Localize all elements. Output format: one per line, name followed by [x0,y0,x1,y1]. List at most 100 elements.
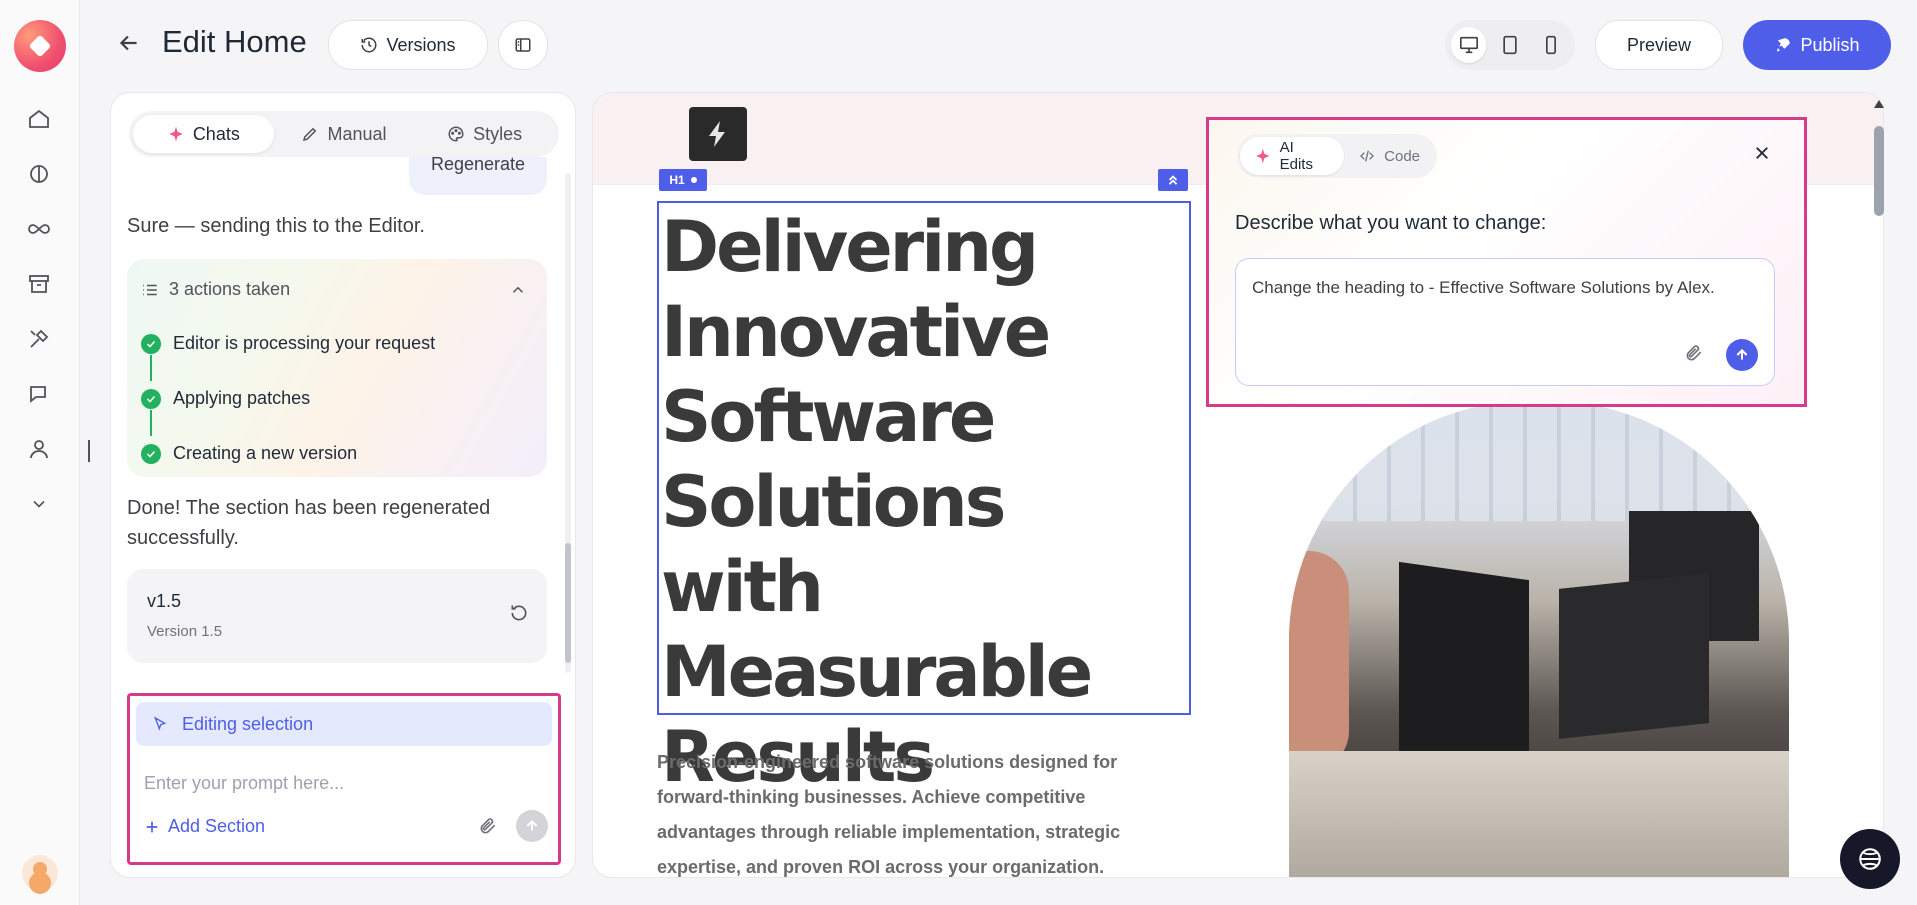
add-section-label: Add Section [168,816,266,836]
ai-popover-tabs: AI Edits Code [1237,134,1437,178]
version-title: v1.5 [147,591,182,611]
versions-label: Versions [386,34,456,55]
hero-image[interactable] [1289,401,1789,877]
chat-panel: Chats Manual Styles Regenerate Sure — se… [110,92,576,878]
paperclip-icon[interactable] [478,816,498,836]
archive-icon[interactable] [24,269,54,299]
heading-line: Innovative [661,291,1051,373]
sparkle-icon [1256,148,1270,164]
selected-heading[interactable]: Delivering Innovative Software Solutions… [657,201,1191,798]
pencil-icon [303,127,317,142]
rocket-icon [1777,38,1791,52]
palette-icon [448,126,464,142]
chevron-down-icon[interactable] [24,489,54,519]
tablet-view-button[interactable] [1492,27,1527,63]
desktop-icon [1459,36,1478,54]
ai-prompt-label: Describe what you want to change: [1235,212,1547,234]
regenerate-message: Regenerate [409,157,547,195]
tools-icon[interactable] [24,324,54,354]
tab-manual[interactable]: Manual [274,115,415,153]
scroll-up-arrow[interactable] [1874,100,1884,108]
publish-button[interactable]: Publish [1743,20,1891,70]
heading-line: Measurable [661,631,1093,713]
cursor-icon [154,716,167,731]
tab-styles[interactable]: Styles [414,115,555,153]
tab-ai-edits[interactable]: AI Edits [1240,137,1345,175]
actions-card: 3 actions taken Editor is processing you… [127,259,547,477]
action-step: Editor is processing your request [141,333,435,354]
tablet-icon [1503,35,1517,55]
editing-selection-label: Editing selection [182,713,314,734]
bolt-icon[interactable] [689,107,747,161]
editing-selection-chip[interactable]: Editing selection [136,702,552,746]
ai-edit-popover: AI Edits Code Describe what you want to … [1206,117,1807,407]
step-connector [150,355,152,381]
check-circle-icon [141,443,161,464]
chevrons-up-icon[interactable] [1158,169,1188,191]
ai-prompt-value[interactable]: Change the heading to - Effective Softwa… [1252,275,1752,300]
assistant-message: Sure — sending this to the Editor. [127,215,425,237]
versions-button[interactable]: Versions [328,20,488,70]
mobile-view-button[interactable] [1534,27,1569,63]
chevron-up-icon[interactable] [509,281,527,299]
page-title: Edit Home [162,24,307,59]
version-card[interactable]: v1.5 Version 1.5 [127,569,547,663]
canvas-scrollbar[interactable] [1872,96,1886,876]
heading-line: Software [661,376,996,458]
help-button[interactable] [1840,829,1900,889]
app-logo[interactable] [14,20,66,72]
scrollbar-thumb[interactable] [1874,126,1884,216]
history-icon [361,37,377,53]
paperclip-icon[interactable] [1684,343,1704,363]
h1-element-tag[interactable]: H1 [659,169,707,191]
heading-line: Delivering [661,206,1039,288]
publish-label: Publish [1800,34,1860,55]
version-subtitle: Version 1.5 [147,623,223,640]
step-connector [150,410,152,436]
arrow-up-icon [526,819,538,831]
sidebar-toggle-button[interactable] [498,20,548,70]
actions-count: 3 actions taken [169,279,291,299]
hero-body-text[interactable]: Precision-engineered software solutions … [657,745,1147,877]
action-step-label: Applying patches [173,388,311,408]
brain-icon[interactable] [24,159,54,189]
infinity-icon[interactable] [24,214,54,244]
prompt-box: Editing selection Add Section [127,693,561,865]
device-switcher [1445,20,1575,70]
send-button[interactable] [516,810,548,842]
arrow-up-icon [1736,348,1748,360]
chat-icon[interactable] [24,379,54,409]
back-arrow-icon[interactable] [116,30,146,60]
close-icon[interactable] [1753,144,1771,162]
desktop-view-button[interactable] [1451,27,1487,63]
scrollbar-thumb[interactable] [565,543,571,663]
heading-line: Solutions with [661,461,1006,628]
ai-prompt-field[interactable]: Change the heading to - Effective Softwa… [1235,258,1775,386]
tab-code[interactable]: Code [1344,137,1434,175]
list-icon [143,284,157,295]
restore-icon[interactable] [509,603,529,623]
sidebar-icon [515,38,531,52]
plus-icon [146,821,158,832]
action-step-label: Editor is processing your request [173,333,436,353]
hero-heading: Delivering Innovative Software Solutions… [661,205,1181,800]
check-circle-icon [141,333,161,354]
tab-chats[interactable]: Chats [133,115,274,153]
panel-resize-handle[interactable] [88,440,90,462]
mobile-icon [1546,35,1557,55]
chat-scrollbar[interactable] [565,173,571,673]
action-step-label: Creating a new version [173,443,358,463]
prompt-input[interactable] [144,768,544,798]
user-icon[interactable] [24,434,54,464]
ai-send-button[interactable] [1726,339,1758,371]
avatar[interactable] [22,855,58,891]
home-icon[interactable] [24,104,54,134]
action-step: Creating a new version [141,443,357,464]
actions-header[interactable]: 3 actions taken [141,279,290,300]
preview-button[interactable]: Preview [1595,20,1723,70]
code-icon [1360,150,1375,162]
support-icon [1859,848,1881,870]
add-section-button[interactable]: Add Section [144,816,265,837]
tab-chats-label: Chats [192,123,240,144]
tab-styles-label: Styles [473,123,523,144]
